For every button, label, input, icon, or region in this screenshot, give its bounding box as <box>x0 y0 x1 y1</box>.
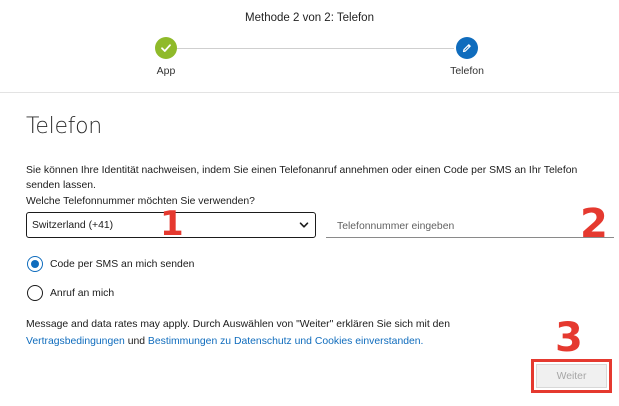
chevron-down-icon <box>299 222 309 228</box>
terms-link[interactable]: Vertragsbedingungen <box>26 336 125 347</box>
question-label: Welche Telefonnummer möchten Sie verwend… <box>26 196 255 207</box>
legal-notice: Message and data rates may apply. Durch … <box>26 316 586 350</box>
legal-and: und <box>127 336 146 347</box>
progress-line <box>176 48 454 49</box>
header-divider <box>0 92 619 93</box>
phone-number-input[interactable] <box>326 216 614 238</box>
step-header: Methode 2 von 2: Telefon <box>245 12 374 24</box>
legal-text: Message and data rates may apply. Durch … <box>26 319 450 330</box>
step-app-circle <box>155 37 177 59</box>
option-call[interactable]: Anruf an mich <box>27 285 114 301</box>
option-sms-label: Code per SMS an mich senden <box>50 258 195 270</box>
annotation-marker-1: 1 <box>160 204 184 244</box>
option-call-label: Anruf an mich <box>50 287 115 299</box>
privacy-link[interactable]: Bestimmungen zu Datenschutz und Cookies <box>148 336 352 347</box>
annotation-marker-2: 2 <box>580 201 608 247</box>
pencil-icon <box>462 44 471 53</box>
page-title: Telefon <box>26 114 102 139</box>
next-button[interactable]: Weiter <box>536 364 607 388</box>
legal-agree-link[interactable]: einverstanden. <box>355 336 423 347</box>
country-code-value: Switzerland (+41) <box>32 219 114 231</box>
radio-sms[interactable] <box>27 256 43 272</box>
step-phone-circle <box>456 37 478 59</box>
step-label-phone: Telefon <box>450 65 484 77</box>
radio-call[interactable] <box>27 285 43 301</box>
description-text: Sie können Ihre Identität nachweisen, in… <box>26 165 578 191</box>
option-sms[interactable]: Code per SMS an mich senden <box>27 256 194 272</box>
step-label-app: App <box>156 65 176 77</box>
checkmark-icon <box>161 44 171 52</box>
